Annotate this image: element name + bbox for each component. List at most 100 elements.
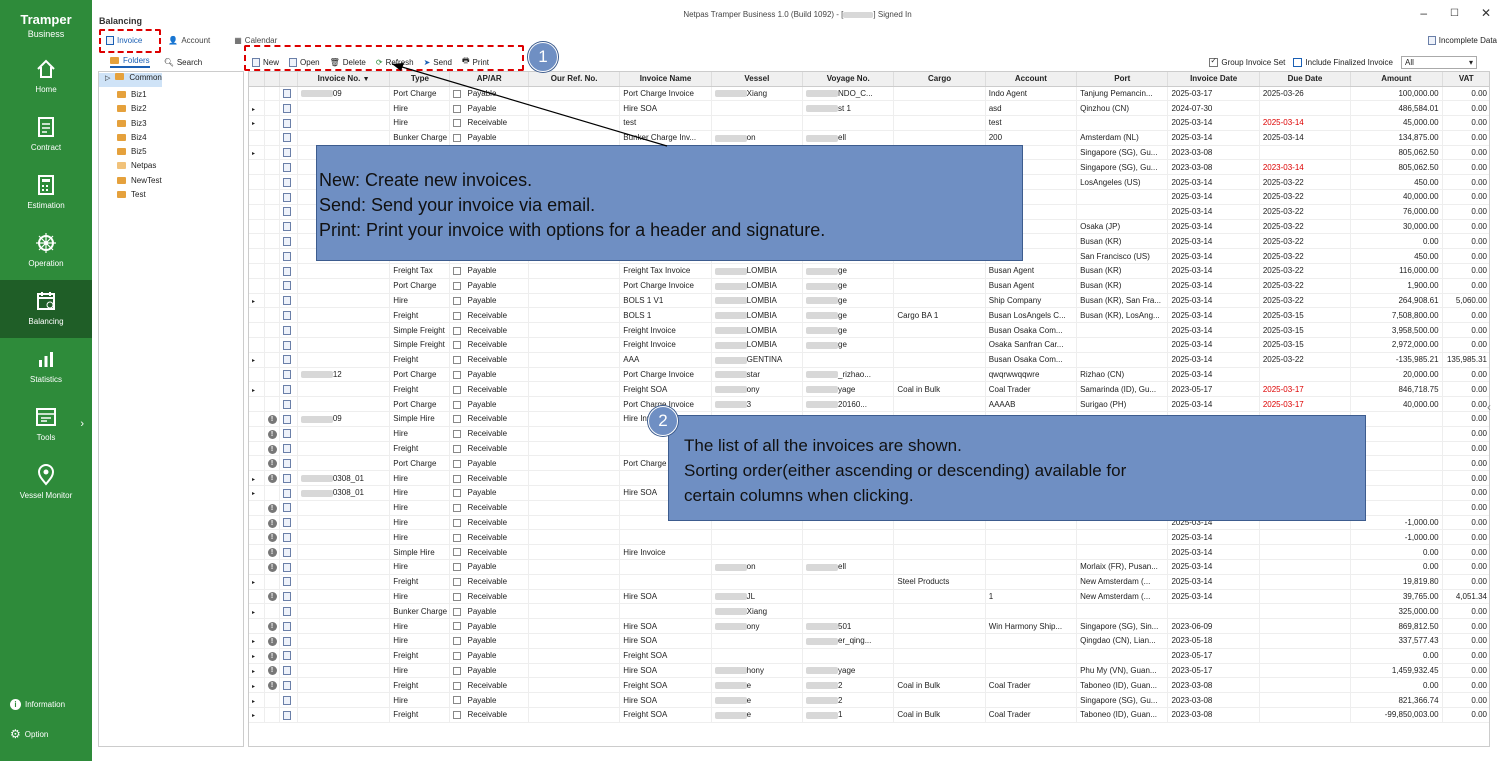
expand-row-icon[interactable]: ▸ <box>252 699 255 705</box>
group-invoice-checkbox[interactable]: Group Invoice Set <box>1209 56 1285 67</box>
tree-item[interactable]: Biz4 <box>99 130 243 144</box>
minimize-button[interactable]: – <box>1420 6 1427 20</box>
col-cargo[interactable]: Cargo <box>893 72 986 87</box>
table-row[interactable]: ▸ Freight Receivable Freight SOA e 1 Coal in B… <box>249 707 1489 723</box>
table-row[interactable]: ▸! Hire Payable Hire SOA hony yage Phu My (VN)… <box>249 663 1489 679</box>
col-invoice-date[interactable]: Invoice Date <box>1167 72 1260 87</box>
table-row[interactable]: 09 Port Charge Payable Port Charge Invoice X… <box>249 86 1489 102</box>
tree-item[interactable]: Biz5 <box>99 144 243 158</box>
close-button[interactable]: ✕ <box>1481 6 1491 20</box>
tab-folders[interactable]: Folders <box>110 56 150 68</box>
col-due-date[interactable]: Due Date <box>1259 72 1352 87</box>
table-row[interactable]: Simple Freight Receivable Freight Invoice L… <box>249 322 1489 339</box>
expand-row-icon[interactable]: ▸ <box>252 388 255 394</box>
cell-text: Payable <box>467 281 497 291</box>
expand-row-icon[interactable]: ▸ <box>252 477 255 483</box>
table-row[interactable]: ▸! Freight Receivable Freight SOA e 2 Coal in … <box>249 677 1489 694</box>
cell-text: ge <box>838 281 847 291</box>
table-row[interactable]: ▸ Hire Payable BOLS 1 V1 LOMBIA ge Ship Compan… <box>249 293 1489 309</box>
nav-tools[interactable]: Tools › <box>0 406 92 464</box>
expand-row-icon[interactable]: ▸ <box>252 610 255 616</box>
col-invoice-no[interactable]: Invoice No. ▼ <box>297 72 391 87</box>
table-row[interactable]: ! Hire Payable on ell Morlaix (FR), Pusan... 2… <box>249 559 1489 575</box>
nav-balancing[interactable]: Balancing <box>0 280 92 338</box>
cell-text: AAA <box>623 355 640 365</box>
col-amount[interactable]: Amount <box>1350 72 1443 87</box>
table-row[interactable]: Simple Freight Receivable Freight Invoice L… <box>249 337 1489 353</box>
tree-item[interactable]: Biz3 <box>99 116 243 130</box>
col-port[interactable]: Port <box>1076 72 1169 87</box>
table-row[interactable]: ! Hire Payable Hire SOA ony 501 Win Harmony Sh… <box>249 618 1489 634</box>
col-voyage[interactable]: Voyage No. <box>802 72 895 87</box>
table-row[interactable]: ▸ Freight Receivable Steel Products New Amst… <box>249 574 1489 590</box>
tree-item[interactable]: Test <box>99 187 243 201</box>
col-account[interactable]: Account <box>985 72 1078 87</box>
table-row[interactable]: ▸ Bunker Charge Payable Xiang 325,000.00 0.00 <box>249 603 1489 620</box>
table-row[interactable]: Port Charge Payable Port Charge Invoice LOM… <box>249 278 1489 294</box>
tree-item[interactable]: Biz1 <box>99 87 243 101</box>
information-button[interactable]: i Information <box>10 699 65 710</box>
expand-row-icon[interactable]: ▸ <box>252 299 255 305</box>
nav-home[interactable]: Home <box>0 58 92 116</box>
table-row[interactable]: ▸ Hire Payable Hire SOA e 2 Singapore (SG), Gu… <box>249 692 1489 708</box>
cell: ▸ <box>249 633 265 649</box>
expand-row-icon[interactable]: ▸ <box>252 491 255 497</box>
col-vessel[interactable]: Vessel <box>711 72 804 87</box>
cell-text: Receivable <box>467 310 508 320</box>
option-button[interactable]: ⚙ Option <box>10 727 48 741</box>
expand-row-icon[interactable]: ▸ <box>252 580 255 586</box>
col-our-ref[interactable]: Our Ref. No. <box>528 72 621 87</box>
tab-account[interactable]: 👤 Account <box>164 34 214 47</box>
expand-row-icon[interactable]: ▸ <box>252 713 255 719</box>
table-row[interactable]: Port Charge Payable Port Charge Invoice 3 20… <box>249 396 1489 413</box>
cell-amt: 869,812.50 <box>1350 618 1443 634</box>
tree-item-common[interactable]: ▷ Common <box>99 73 162 88</box>
expand-row-icon[interactable]: ▸ <box>252 151 255 157</box>
include-finalized-checkbox[interactable]: Include Finalized Invoice <box>1293 58 1393 67</box>
table-row[interactable]: ▸ Freight Receivable AAA GENTINA Busan Osaka … <box>249 352 1489 368</box>
table-row[interactable]: ▸! Freight Payable Freight SOA 2023-05-17 0.0… <box>249 648 1489 664</box>
expand-row-icon[interactable]: ▸ <box>252 684 255 690</box>
table-row[interactable]: ▸! Hire Payable Hire SOA er_qing... Qingdao (… <box>249 633 1489 649</box>
col-vat[interactable]: VAT <box>1442 72 1489 87</box>
maximize-button[interactable]: ☐ <box>1450 8 1459 19</box>
incomplete-data-button[interactable]: Incomplete Data <box>1427 36 1497 45</box>
cell-acct <box>985 633 1078 649</box>
tree-item[interactable]: Netpas <box>99 159 243 173</box>
col-invoice-name[interactable]: Invoice Name <box>619 72 712 87</box>
cell-text: BOLS 1 V1 <box>623 296 664 306</box>
nav-vessel-monitor[interactable]: Vessel Monitor <box>0 464 92 522</box>
table-row[interactable]: ! Hire Receivable Hire SOA JL 1 New Amsterdam … <box>249 589 1489 605</box>
tab-search[interactable]: 🔍︎ Search <box>164 56 203 68</box>
table-row[interactable]: Freight Tax Payable Freight Tax Invoice LOM… <box>249 263 1489 279</box>
table-row[interactable]: 12 Port Charge Payable Port Charge Invoice s… <box>249 367 1489 383</box>
table-row[interactable]: Freight Receivable BOLS 1 LOMBIA ge Cargo BA … <box>249 307 1489 324</box>
col-type[interactable]: Type <box>389 72 451 87</box>
table-row[interactable]: ▸ Hire Payable Hire SOA st 1 asd Qinzhou (CN) 2… <box>249 100 1489 117</box>
table-row[interactable]: ! Simple Hire Receivable Hire Invoice 2025-0… <box>249 544 1489 560</box>
expand-row-icon[interactable]: ▸ <box>252 358 255 364</box>
expand-row-icon[interactable]: ▸ <box>252 121 255 127</box>
expand-row-icon[interactable]: ▸ <box>252 669 255 675</box>
nav-estimation[interactable]: Estimation <box>0 174 92 232</box>
incomplete-data-label: Incomplete Data <box>1438 36 1497 45</box>
table-row[interactable]: ! Hire Receivable 2025-03-14 -1,000.00 0.00 <box>249 529 1489 546</box>
nav-statistics[interactable]: Statistics <box>0 348 92 406</box>
col-apar[interactable]: AP/AR <box>449 72 529 87</box>
nav-contract[interactable]: Contract <box>0 116 92 174</box>
expand-row-icon[interactable]: ▸ <box>252 107 255 113</box>
expand-icon[interactable]: ▷ <box>105 75 110 82</box>
cell-text: 0.00 <box>1471 236 1487 246</box>
table-row[interactable]: ▸ Freight Receivable Freight SOA ony yage Coal… <box>249 381 1489 398</box>
cell <box>279 470 298 487</box>
expand-row-icon[interactable]: ▸ <box>252 654 255 660</box>
expand-row-icon[interactable]: ▸ <box>252 639 255 645</box>
tree-item[interactable]: NewTest <box>99 173 243 187</box>
filter-select[interactable]: All <box>1401 56 1477 69</box>
collapse-panel-icon[interactable]: ‹ <box>1487 400 1491 414</box>
tree-item[interactable]: Biz2 <box>99 102 243 116</box>
table-row[interactable]: Bunker Charge Payable Bunker Charge Inv...… <box>249 130 1489 146</box>
table-row[interactable]: ▸ Hire Receivable test test 2025-03-14 2025-03… <box>249 115 1489 131</box>
cell-apar: Payable <box>449 618 529 634</box>
cell <box>264 485 280 501</box>
